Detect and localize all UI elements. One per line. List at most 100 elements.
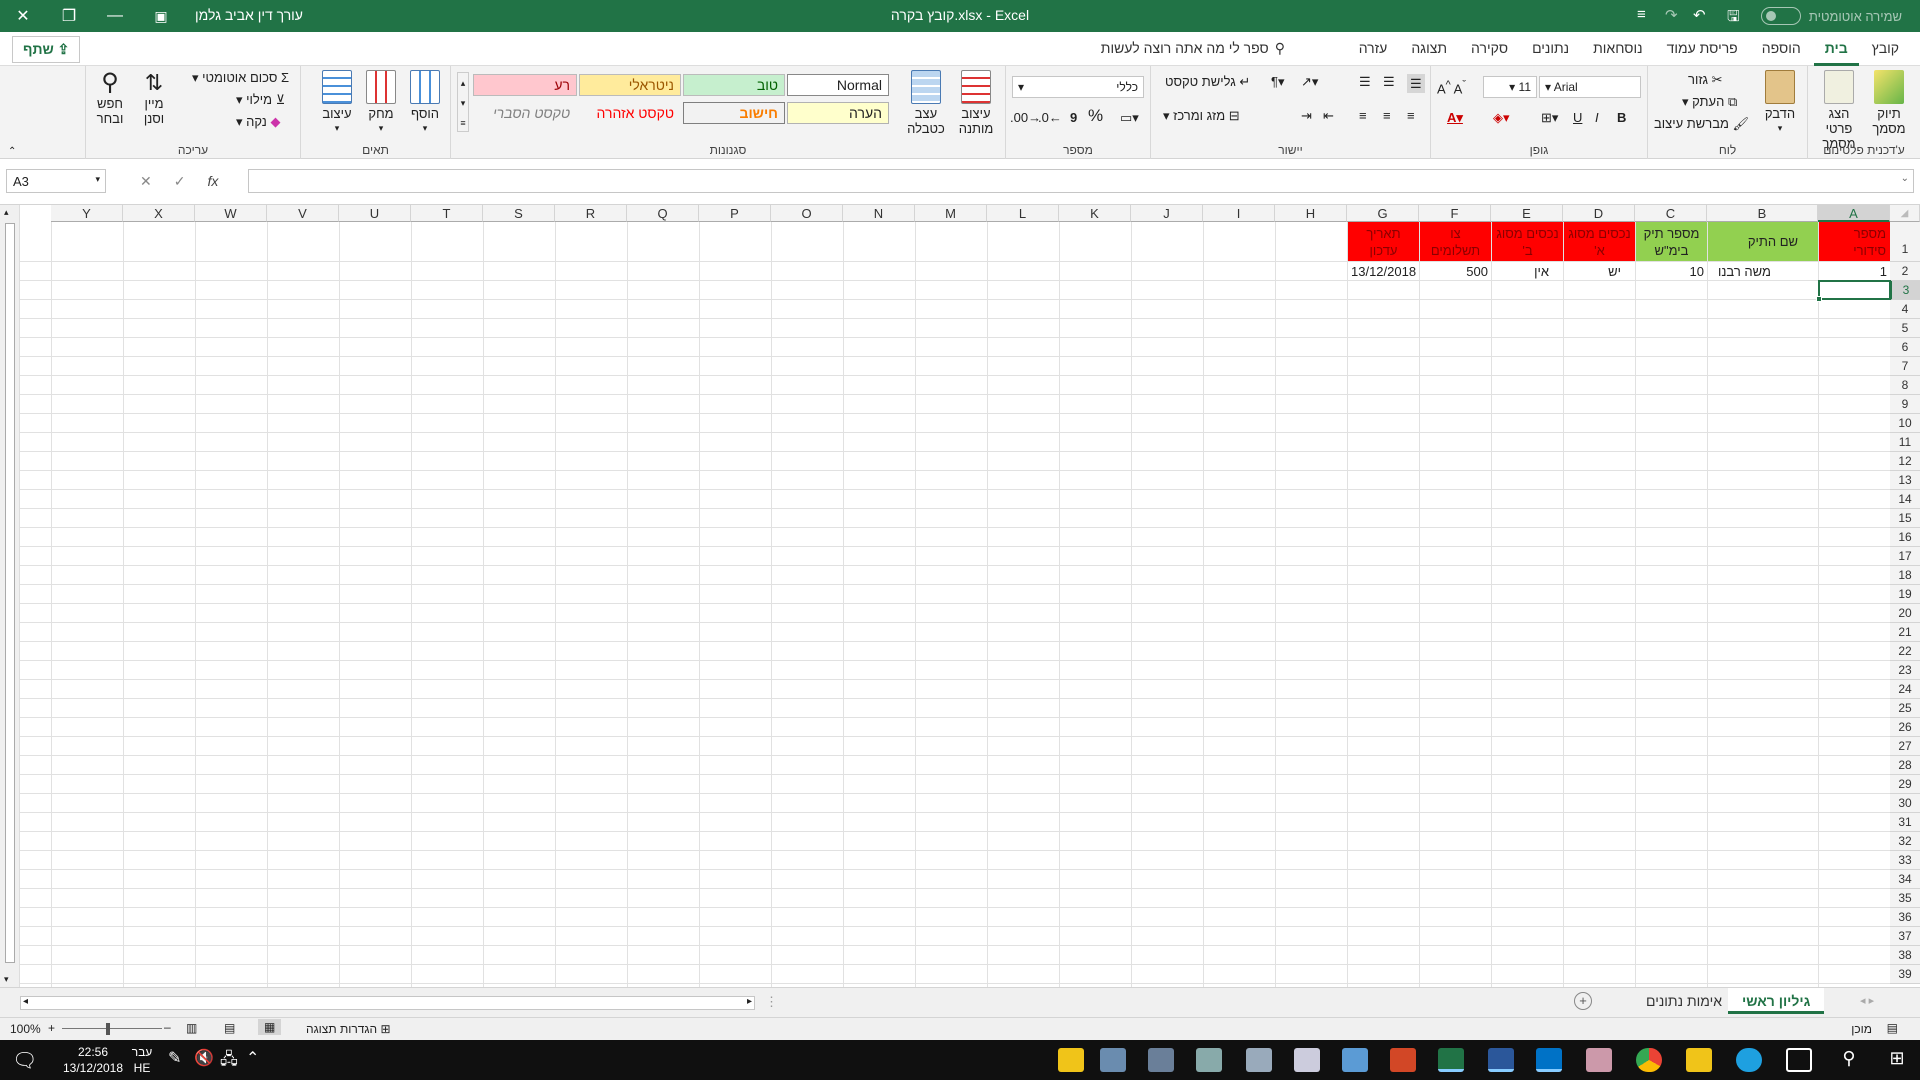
zoom-out-icon[interactable]: – xyxy=(164,1020,171,1034)
language-indicator[interactable]: עבר HE xyxy=(130,1044,154,1076)
fill-color-icon[interactable]: ◈▾ xyxy=(1493,110,1510,125)
italic-button[interactable]: I xyxy=(1595,110,1599,125)
select-all-corner[interactable]: ◢ xyxy=(1890,205,1920,222)
cell-e1[interactable]: נכסים מסוג ב' xyxy=(1492,222,1563,261)
sort-filter-button[interactable]: ⇅ מיין וסנן xyxy=(134,70,174,126)
sheet-tab-main[interactable]: גיליון ראשי xyxy=(1728,988,1825,1014)
tab-formulas[interactable]: נוסחאות xyxy=(1582,32,1653,66)
tab-review[interactable]: סקירה xyxy=(1460,32,1519,66)
row-header-33[interactable]: 33 xyxy=(1890,851,1920,870)
zoom-slider[interactable] xyxy=(62,1028,162,1029)
fill-button[interactable]: ⊻ מילוי ▾ xyxy=(236,92,285,107)
autosum-button[interactable]: Σ סכום אוטומטי ▾ xyxy=(192,70,289,85)
network-icon[interactable]: 🖧 xyxy=(220,1048,246,1072)
indent-increase-icon[interactable]: ⇥ xyxy=(1301,108,1312,123)
vertical-scrollbar[interactable]: ▴ ▾ xyxy=(0,205,20,987)
row-header-31[interactable]: 31 xyxy=(1890,813,1920,832)
row-header-11[interactable]: 11 xyxy=(1890,433,1920,452)
start-icon[interactable]: ⊞ xyxy=(1884,1048,1910,1072)
column-header-j[interactable]: J xyxy=(1131,205,1203,222)
row-header-34[interactable]: 34 xyxy=(1890,870,1920,889)
style-bad[interactable]: רע xyxy=(473,74,577,96)
scroll-left-icon[interactable]: ◂ xyxy=(23,996,28,1007)
align-bottom-icon[interactable]: ☰ xyxy=(1359,74,1371,89)
row-header-5[interactable]: 5 xyxy=(1890,319,1920,338)
column-header-m[interactable]: M xyxy=(915,205,987,222)
row-header-21[interactable]: 21 xyxy=(1890,623,1920,642)
scroll-right-icon[interactable]: ▸ xyxy=(747,996,752,1007)
row-header-27[interactable]: 27 xyxy=(1890,737,1920,756)
formula-input[interactable]: ⌄ xyxy=(248,169,1914,193)
align-top-icon[interactable]: ☰ xyxy=(1407,74,1425,93)
row-header-7[interactable]: 7 xyxy=(1890,357,1920,376)
column-header-a[interactable]: A xyxy=(1818,205,1890,222)
save-icon[interactable]: 🖫 xyxy=(1727,6,1740,31)
taskbar-app-icon[interactable] xyxy=(1148,1048,1174,1072)
task-view-icon[interactable] xyxy=(1786,1048,1812,1072)
column-header-q[interactable]: Q xyxy=(627,205,699,222)
undo-icon[interactable]: ↶ xyxy=(1693,6,1706,24)
paste-button[interactable]: הדבק ▾ xyxy=(1758,70,1802,136)
column-header-w[interactable]: W xyxy=(195,205,267,222)
taskbar-mail-icon[interactable] xyxy=(1246,1048,1272,1072)
notifications-icon[interactable]: 🗨 xyxy=(12,1048,38,1072)
column-header-r[interactable]: R xyxy=(555,205,627,222)
column-header-e[interactable]: E xyxy=(1491,205,1563,222)
column-header-c[interactable]: C xyxy=(1635,205,1707,222)
cell-e2[interactable]: אין xyxy=(1492,262,1563,280)
comma-button[interactable]: 9 xyxy=(1070,110,1077,125)
taskbar-notepad-icon[interactable] xyxy=(1294,1048,1320,1072)
font-grow-icon[interactable]: A^ Aˇ xyxy=(1437,78,1466,96)
accounting-icon[interactable]: ▭▾ xyxy=(1120,110,1139,125)
row-header-12[interactable]: 12 xyxy=(1890,452,1920,471)
cell-a2[interactable]: 1 xyxy=(1819,262,1890,280)
column-header-h[interactable]: H xyxy=(1275,205,1347,222)
format-cells-button[interactable]: עיצוב ▾ xyxy=(315,70,359,136)
row-header-22[interactable]: 22 xyxy=(1890,642,1920,661)
page-layout-view-icon[interactable]: ▤ xyxy=(224,1021,235,1035)
sheet-nav-icon[interactable]: ◂ ▸ xyxy=(1860,994,1874,1007)
indent-decrease-icon[interactable]: ⇤ xyxy=(1323,108,1334,123)
display-settings-button[interactable]: ⊞ הגדרות תצוגה xyxy=(306,1022,391,1036)
bold-button[interactable]: B xyxy=(1617,110,1626,125)
font-name-select[interactable]: ▾ Arial xyxy=(1539,76,1641,98)
percent-button[interactable]: % xyxy=(1088,107,1103,124)
show-document-button[interactable]: הצג פרטי מסמך xyxy=(1814,70,1864,151)
chevron-up-icon[interactable]: ⌃ xyxy=(246,1048,272,1072)
row-header-8[interactable]: 8 xyxy=(1890,376,1920,395)
sheet-tab-validation[interactable]: אימות נתונים xyxy=(1632,988,1736,1014)
add-sheet-icon[interactable]: + xyxy=(1574,992,1592,1010)
function-icon[interactable]: fx xyxy=(207,173,218,190)
row-header-35[interactable]: 35 xyxy=(1890,889,1920,908)
volume-icon[interactable]: 🔇 xyxy=(194,1048,220,1072)
active-cell-a3[interactable] xyxy=(1816,280,1891,302)
row-header-1[interactable]: 1 xyxy=(1890,222,1920,262)
scroll-down-icon[interactable]: ▾ xyxy=(4,974,9,985)
style-explanatory[interactable]: טקסט הסברי xyxy=(473,102,577,124)
style-warning[interactable]: טקסט אזהרה xyxy=(579,102,681,124)
column-header-v[interactable]: V xyxy=(267,205,339,222)
conditional-formatting-button[interactable]: עיצוב מותנה xyxy=(951,70,1001,136)
align-left-icon[interactable]: ≡ xyxy=(1359,108,1367,123)
style-neutral[interactable]: ניטראלי xyxy=(579,74,681,96)
row-header-24[interactable]: 24 xyxy=(1890,680,1920,699)
scroll-up-icon[interactable]: ▴ xyxy=(4,207,9,218)
zoom-thumb[interactable] xyxy=(106,1023,110,1035)
font-color-icon[interactable]: A▾ xyxy=(1447,110,1463,125)
taskbar-word-icon[interactable] xyxy=(1488,1048,1514,1072)
taskbar-excel-icon[interactable] xyxy=(1438,1048,1464,1072)
find-select-button[interactable]: ⚲ חפש ובחר xyxy=(90,70,130,127)
row-header-16[interactable]: 16 xyxy=(1890,528,1920,547)
style-good[interactable]: טוב xyxy=(683,74,785,96)
row-header-13[interactable]: 13 xyxy=(1890,471,1920,490)
row-header-37[interactable]: 37 xyxy=(1890,927,1920,946)
column-header-f[interactable]: F xyxy=(1419,205,1491,222)
cell-c2[interactable]: 10 xyxy=(1636,262,1707,280)
decrease-decimal-icon[interactable]: .0← xyxy=(1038,110,1062,125)
row-header-28[interactable]: 28 xyxy=(1890,756,1920,775)
taskbar-photos-icon[interactable] xyxy=(1100,1048,1126,1072)
row-header-23[interactable]: 23 xyxy=(1890,661,1920,680)
column-header-s[interactable]: S xyxy=(483,205,555,222)
style-calculation[interactable]: חישוב xyxy=(683,102,785,124)
format-as-table-button[interactable]: עצב כטבלה xyxy=(901,70,951,136)
